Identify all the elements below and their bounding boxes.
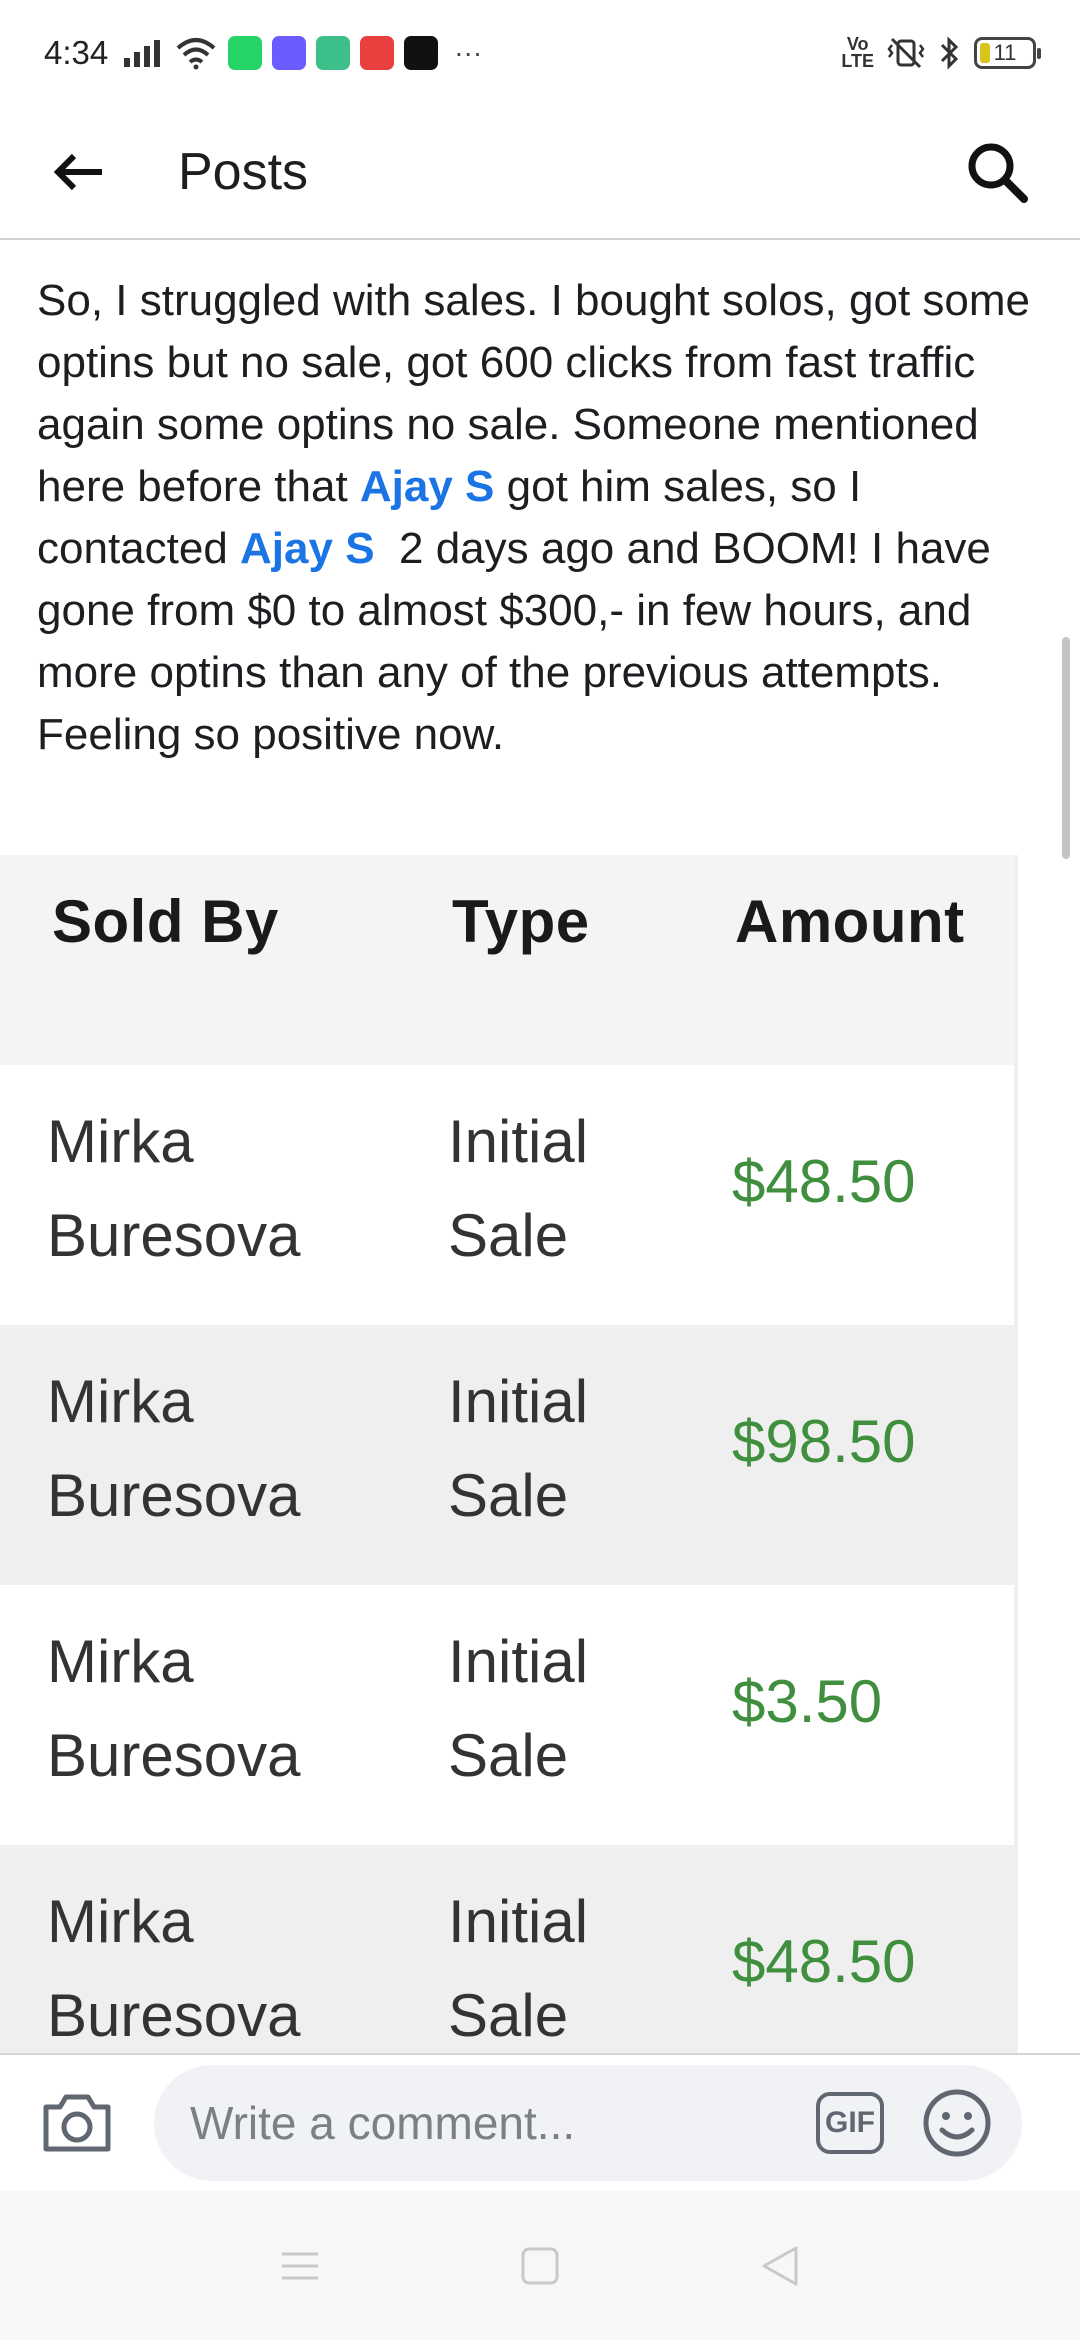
table-row: Mirka Buresova Initial Sale $98.50 — [0, 1325, 1014, 1585]
app-notification-icon — [316, 35, 351, 70]
signal-icon — [124, 39, 161, 67]
back-arrow-icon[interactable] — [50, 150, 106, 194]
column-header-amount: Amount — [735, 888, 965, 955]
cell-sold-by: Mirka Buresova — [47, 1108, 301, 1269]
vibrate-icon — [887, 37, 925, 68]
cell-type: Initial Sale — [448, 1108, 589, 1269]
cell-amount: $3.50 — [732, 1668, 883, 1735]
battery-level: 11 — [993, 39, 1017, 65]
cell-amount: $48.50 — [732, 1148, 916, 1215]
wifi-icon — [176, 37, 216, 69]
cell-sold-by: Mirka Buresova — [47, 1888, 301, 2049]
scroll-indicator[interactable] — [1062, 637, 1070, 859]
app-notification-icon — [272, 35, 307, 70]
post-image-sales-table[interactable]: Sold By Type Amount Mirka Buresova Initia… — [0, 855, 1018, 2053]
page-title: Posts — [178, 142, 309, 201]
cell-type: Initial Sale — [448, 1368, 589, 1529]
table-row: Mirka Buresova Initial Sale $3.50 — [0, 1585, 1014, 1845]
mention-link[interactable]: Ajay S — [360, 462, 495, 511]
app-notification-icon — [360, 35, 395, 70]
cell-amount: $48.50 — [732, 1928, 916, 1995]
status-bar: 4:34 ··· Vo LTE 11 — [0, 0, 1080, 105]
back-icon[interactable] — [760, 2244, 800, 2288]
bluetooth-icon — [940, 35, 959, 70]
table-row: Mirka Buresova Initial Sale $48.50 — [0, 1845, 1014, 2053]
cell-type: Initial Sale — [448, 1628, 589, 1789]
comment-composer: Write a comment... GIF — [0, 2053, 1080, 2191]
cell-amount: $98.50 — [732, 1408, 916, 1475]
table-row: Mirka Buresova Initial Sale $48.50 — [0, 1065, 1014, 1325]
system-nav-bar — [0, 2191, 1080, 2340]
cell-type: Initial Sale — [448, 1888, 589, 2049]
table-header: Sold By Type Amount — [0, 855, 1014, 1065]
whatsapp-icon — [228, 35, 263, 70]
gif-button[interactable]: GIF — [816, 2092, 884, 2154]
cell-sold-by: Mirka Buresova — [47, 1368, 301, 1529]
column-header-sold-by: Sold By — [52, 888, 279, 955]
battery-indicator: 11 — [974, 36, 1041, 69]
comment-placeholder: Write a comment... — [190, 2097, 576, 2149]
more-notifications-indicator: ··· — [454, 36, 483, 68]
menu-icon[interactable] — [280, 2249, 320, 2283]
search-icon[interactable] — [964, 139, 1030, 205]
status-time: 4:34 — [44, 33, 109, 71]
camera-icon[interactable] — [40, 2091, 114, 2155]
cell-sold-by: Mirka Buresova — [47, 1628, 301, 1789]
emoji-icon[interactable] — [922, 2088, 992, 2158]
home-icon[interactable] — [520, 2246, 560, 2286]
mention-link[interactable]: Ajay S — [240, 524, 375, 573]
column-header-type: Type — [452, 888, 590, 955]
post-body: So, I struggled with sales. I bought sol… — [37, 270, 1047, 766]
volte-indicator: Vo LTE — [841, 33, 874, 71]
tiktok-icon — [404, 35, 439, 70]
app-header: Posts — [0, 105, 1080, 240]
comment-input[interactable]: Write a comment... GIF — [154, 2065, 1022, 2181]
